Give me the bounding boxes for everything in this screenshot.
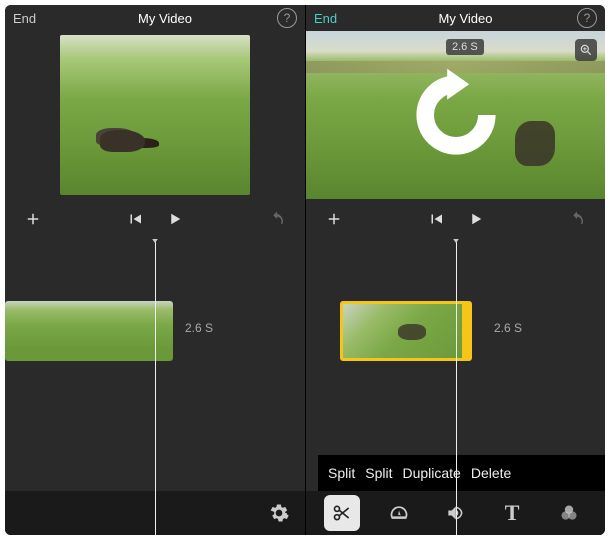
undo-button[interactable] (559, 201, 595, 237)
text-tool-button[interactable]: T (494, 495, 530, 531)
header: End My Video ? (306, 5, 605, 31)
playhead-line (155, 239, 156, 535)
playhead-line (456, 239, 457, 535)
zoom-button[interactable] (575, 39, 597, 61)
filter-tool-button[interactable] (551, 495, 587, 531)
clip-trim-handle-right[interactable] (462, 301, 472, 361)
clip-actions-bar: Split Split Duplicate Delete (318, 455, 605, 491)
scissors-icon (332, 503, 352, 523)
cut-tool-button[interactable] (324, 495, 360, 531)
duplicate-button[interactable]: Duplicate (400, 465, 462, 481)
skip-back-button[interactable] (117, 201, 153, 237)
add-media-button[interactable] (15, 201, 51, 237)
done-button[interactable]: End (314, 11, 354, 26)
preview-frame-image[interactable]: 2.6 S (306, 31, 605, 199)
done-button[interactable]: End (13, 11, 53, 26)
speed-tool-button[interactable] (381, 495, 417, 531)
playhead-marker[interactable] (148, 239, 162, 243)
clip-duration-label: 2.6 S (494, 321, 522, 335)
delete-button[interactable]: Delete (469, 465, 513, 481)
project-title: My Video (53, 11, 277, 26)
skip-back-button[interactable] (418, 201, 454, 237)
help-icon[interactable]: ? (277, 8, 297, 28)
magnifier-plus-icon (579, 43, 593, 57)
clip-duration-label: 2.6 S (185, 321, 213, 335)
play-button[interactable] (157, 201, 193, 237)
preview-area (5, 31, 305, 199)
header: End My Video ? (5, 5, 305, 31)
editor-pane-left: End My Video ? (5, 5, 305, 535)
text-icon: T (505, 500, 520, 526)
duration-badge: 2.6 S (446, 39, 484, 55)
timeline[interactable]: 2.6 S Split Split Duplicate Delete T (306, 239, 605, 535)
undo-button[interactable] (259, 201, 295, 237)
rotate-ccw-icon (401, 60, 511, 170)
transport-controls (306, 199, 605, 239)
timeline-clip[interactable] (5, 301, 173, 361)
settings-button[interactable] (261, 495, 297, 531)
transport-controls (5, 199, 305, 239)
play-button[interactable] (458, 201, 494, 237)
speedometer-icon (389, 503, 409, 523)
playhead-marker[interactable] (449, 239, 463, 243)
preview-area: 2.6 S (306, 31, 605, 199)
video-preview[interactable] (60, 35, 250, 195)
color-filter-icon (559, 503, 579, 523)
timeline[interactable]: 2.6 S (5, 239, 305, 535)
timeline-clip-selected[interactable] (340, 301, 472, 361)
project-title: My Video (354, 11, 577, 26)
split-button[interactable]: Split (326, 465, 357, 481)
split-button-2[interactable]: Split (363, 465, 394, 481)
add-media-button[interactable] (316, 201, 352, 237)
editor-pane-right: End My Video ? 2.6 S (305, 5, 605, 535)
gear-icon (269, 503, 289, 523)
help-icon[interactable]: ? (577, 8, 597, 28)
preview-frame-image (60, 35, 250, 195)
